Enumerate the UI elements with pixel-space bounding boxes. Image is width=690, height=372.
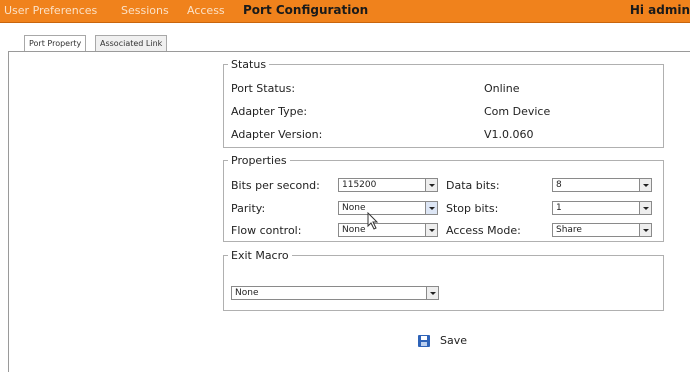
save-label: Save [440, 334, 468, 347]
adapter-type-value: Com Device [484, 105, 551, 118]
nav-user-preferences[interactable]: User Preferences [4, 4, 97, 17]
chevron-down-icon[interactable] [425, 224, 437, 236]
chevron-down-icon[interactable] [639, 179, 651, 191]
properties-legend: Properties [231, 154, 287, 167]
chevron-down-icon[interactable] [425, 202, 437, 214]
nav-access[interactable]: Access [187, 4, 225, 17]
stop-bits-select[interactable]: 1 [552, 201, 652, 215]
adapter-type-label: Adapter Type: [231, 105, 308, 118]
stop-bits-label: Stop bits: [446, 202, 499, 215]
chevron-down-icon[interactable] [425, 179, 437, 191]
status-legend: Status [231, 58, 267, 71]
bits-per-second-value: 115200 [342, 180, 377, 190]
port-status-label: Port Status: [231, 82, 296, 95]
exit-macro-select[interactable]: None [231, 286, 439, 300]
flow-control-label: Flow control: [231, 224, 302, 237]
parity-label: Parity: [231, 202, 266, 215]
user-greeting: Hi admin [629, 3, 690, 17]
floppy-disk-icon [418, 335, 430, 347]
data-bits-value: 8 [556, 180, 562, 190]
access-mode-value: Share [556, 225, 582, 235]
tab-associated-link[interactable]: Associated Link [95, 35, 168, 51]
access-mode-label: Access Mode: [446, 224, 521, 237]
flow-control-select[interactable]: None [338, 223, 438, 237]
parity-select[interactable]: None [338, 201, 438, 215]
bits-per-second-select[interactable]: 115200 [338, 178, 438, 192]
nav-sessions[interactable]: Sessions [121, 4, 169, 17]
chevron-down-icon[interactable] [639, 202, 651, 214]
exit-macro-group: Exit Macro [223, 249, 664, 311]
bits-per-second-label: Bits per second: [231, 179, 320, 192]
flow-control-value: None [342, 225, 366, 235]
stop-bits-value: 1 [556, 203, 562, 213]
mouse-pointer-icon [367, 212, 379, 230]
data-bits-label: Data bits: [446, 179, 500, 192]
exit-macro-legend: Exit Macro [231, 249, 289, 262]
chevron-down-icon[interactable] [639, 224, 651, 236]
port-status-value: Online [484, 82, 520, 95]
parity-value: None [342, 203, 366, 213]
tab-port-property[interactable]: Port Property [24, 35, 87, 52]
adapter-version-value: V1.0.060 [484, 128, 534, 141]
chevron-down-icon[interactable] [426, 287, 438, 299]
data-bits-select[interactable]: 8 [552, 178, 652, 192]
top-nav-bar: User Preferences Sessions Access Port Co… [0, 0, 690, 23]
exit-macro-value: None [235, 288, 259, 298]
nav-port-configuration[interactable]: Port Configuration [243, 3, 368, 17]
adapter-version-label: Adapter Version: [231, 128, 323, 141]
access-mode-select[interactable]: Share [552, 223, 652, 237]
